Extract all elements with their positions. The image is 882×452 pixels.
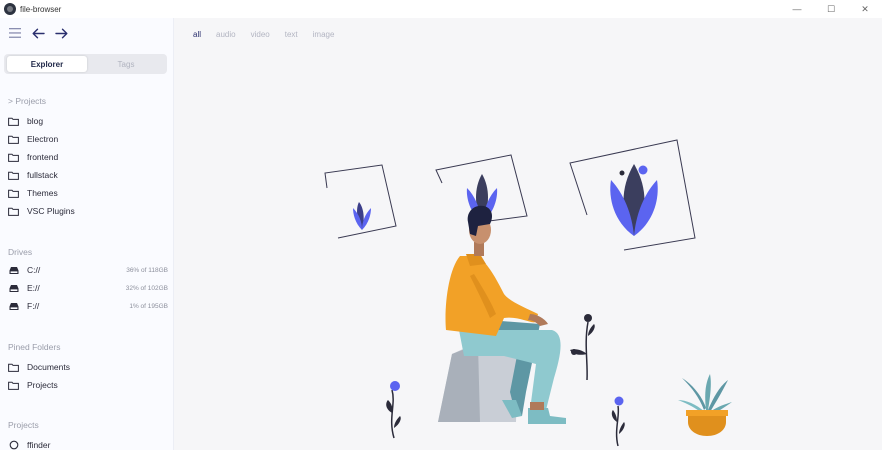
plant-small-illustration — [611, 396, 625, 447]
drive-label: C:// — [27, 265, 41, 275]
drive-label: E:// — [27, 283, 40, 293]
app-logo-icon — [4, 3, 16, 15]
folder-icon — [8, 380, 19, 391]
folder-item[interactable]: frontend — [8, 150, 168, 164]
small-frame-illustration — [324, 164, 397, 239]
folder-label: frontend — [27, 152, 59, 162]
main-content: all audio video text image — [174, 18, 882, 450]
person-illustration — [438, 205, 566, 424]
drive-icon — [8, 301, 19, 312]
tab-tags[interactable]: Tags — [86, 56, 166, 72]
folder-label: Themes — [27, 188, 58, 198]
folder-label: VSC Plugins — [27, 206, 75, 216]
maximize-button[interactable]: ☐ — [814, 0, 848, 18]
folder-icon — [8, 116, 19, 127]
large-frame-illustration — [569, 139, 696, 251]
drive-usage: 1% of 195GB — [129, 302, 168, 310]
folder-icon — [8, 188, 19, 199]
drive-usage: 32% of 102GB — [125, 284, 168, 292]
title-bar: file-browser — ☐ ✕ — [0, 0, 882, 18]
folder-label: blog — [27, 116, 44, 126]
potted-plant-illustration — [678, 374, 732, 436]
projects2-section-header: Projects — [8, 420, 39, 430]
folder-label: fullstack — [27, 170, 58, 180]
arrow-right-icon[interactable] — [54, 26, 68, 40]
empty-state-illustration — [324, 139, 732, 447]
folder-icon — [8, 362, 19, 373]
hamburger-menu-icon[interactable] — [8, 26, 22, 40]
folder-item[interactable]: fullstack — [8, 168, 168, 182]
project-label: ffinder — [27, 440, 51, 450]
drive-item[interactable]: F:// 1% of 195GB — [8, 299, 168, 313]
navigation-bar — [8, 26, 68, 40]
plant-middle-illustration — [570, 314, 595, 381]
circle-icon — [8, 440, 19, 451]
folder-item[interactable]: Electron — [8, 132, 168, 146]
close-button[interactable]: ✕ — [848, 0, 882, 18]
plant-left-illustration — [386, 381, 401, 439]
drives-section-header: Drives — [8, 247, 33, 257]
folder-icon — [8, 134, 19, 145]
pinned-folder-item[interactable]: Documents — [8, 360, 168, 374]
drive-icon — [8, 283, 19, 294]
folder-item[interactable]: VSC Plugins — [8, 204, 168, 218]
drive-icon — [8, 265, 19, 276]
drive-item[interactable]: E:// 32% of 102GB — [8, 281, 168, 295]
folder-icon — [8, 152, 19, 163]
folder-label: Electron — [27, 134, 59, 144]
sidebar-view-switch: Explorer Tags — [4, 54, 167, 74]
window-controls: — ☐ ✕ — [780, 0, 882, 18]
pinned-folder-item[interactable]: Projects — [8, 378, 168, 392]
window-title: file-browser — [20, 4, 62, 14]
pinned-folder-label: Projects — [27, 380, 58, 390]
tab-explorer[interactable]: Explorer — [7, 56, 87, 72]
pinned-section-header: Pined Folders — [8, 342, 61, 352]
folder-item[interactable]: Themes — [8, 186, 168, 200]
arrow-left-icon[interactable] — [31, 26, 45, 40]
sidebar: Explorer Tags > Projects blog Electron fro… — [0, 18, 174, 450]
drive-usage: 36% of 118GB — [126, 266, 168, 274]
folder-icon — [8, 206, 19, 217]
drive-label: F:// — [27, 301, 40, 311]
minimize-button[interactable]: — — [780, 0, 814, 18]
folder-icon — [8, 170, 19, 181]
pinned-folder-label: Documents — [27, 362, 70, 372]
drive-item[interactable]: C:// 36% of 118GB — [8, 263, 168, 277]
folder-item[interactable]: blog — [8, 114, 168, 128]
projects-section-header[interactable]: > Projects — [8, 96, 46, 106]
